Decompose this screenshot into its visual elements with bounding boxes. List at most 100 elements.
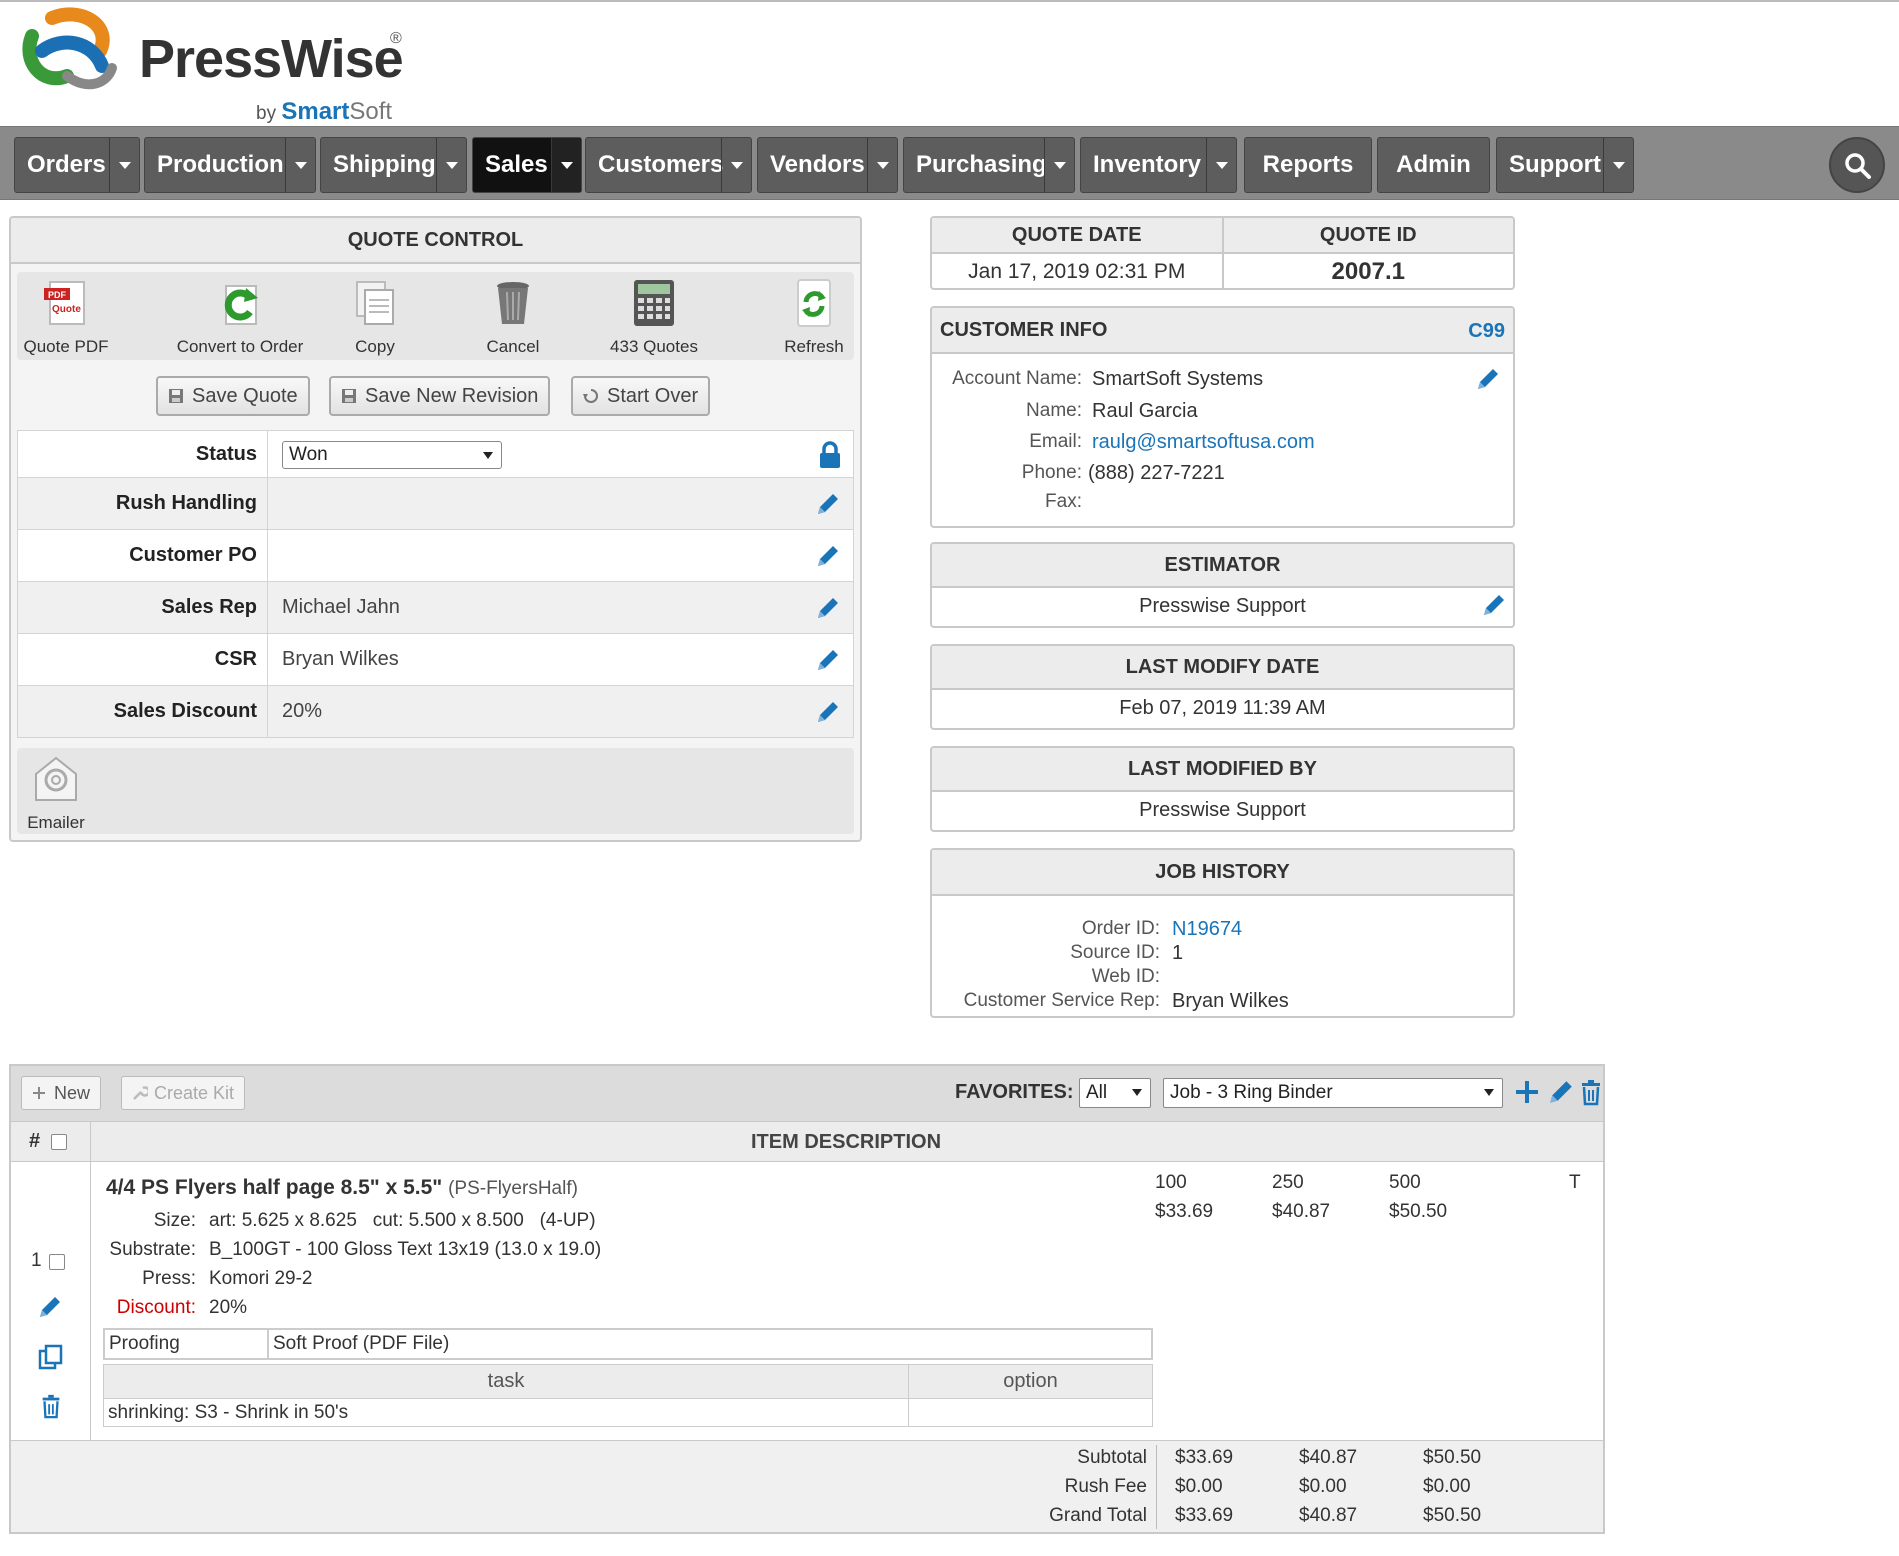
copy-button[interactable]: Copy <box>335 278 415 357</box>
subtotal-500: $50.50 <box>1423 1447 1482 1468</box>
customer-po-label: Customer PO <box>18 530 268 581</box>
nav-label: Customers <box>598 151 724 178</box>
save-quote-button[interactable]: Save Quote <box>156 376 310 416</box>
chevron-down-icon[interactable] <box>551 138 581 192</box>
rush-handling-label: Rush Handling <box>18 478 268 529</box>
search-button[interactable] <box>1829 137 1885 193</box>
name-value: Raul Garcia <box>1092 400 1198 422</box>
order-id-label: Order ID: <box>1081 918 1160 939</box>
rush-fee-100: $0.00 <box>1175 1476 1223 1497</box>
refresh-button[interactable]: Refresh <box>779 278 849 357</box>
calculator-icon <box>634 280 674 326</box>
nav-shipping[interactable]: Shipping <box>320 137 467 193</box>
pencil-icon[interactable] <box>815 491 841 517</box>
start-over-button[interactable]: Start Over <box>571 376 711 416</box>
main-nav: Orders Production Shipping Sales Custome… <box>0 126 1899 200</box>
grand-total-250: $40.87 <box>1299 1505 1358 1526</box>
cancel-button[interactable]: Cancel <box>473 278 553 357</box>
favorites-filter-select[interactable]: All <box>1079 1078 1151 1108</box>
save-new-revision-button[interactable]: Save New Revision <box>329 376 551 416</box>
nav-orders[interactable]: Orders <box>14 137 140 193</box>
wrench-icon <box>133 1086 148 1100</box>
new-item-button[interactable]: New <box>21 1076 102 1110</box>
customer-po-row: Customer PO <box>17 530 854 582</box>
quotes-count-button[interactable]: 433 Quotes <box>599 278 709 357</box>
pencil-icon[interactable] <box>1547 1078 1575 1106</box>
press-value: Komori 29-2 <box>209 1268 313 1289</box>
presswise-logo[interactable]: PressWise ® by SmartSoft <box>12 6 412 125</box>
quote-control-title: QUOTE CONTROL <box>11 218 860 264</box>
select-arrow-icon <box>483 452 493 459</box>
favorites-select[interactable]: Job - 3 Ring Binder <box>1163 1078 1503 1108</box>
nav-vendors[interactable]: Vendors <box>757 137 898 193</box>
pencil-icon[interactable] <box>815 699 841 725</box>
rush-fee-500: $0.00 <box>1423 1476 1471 1497</box>
quotes-count-label: 433 Quotes <box>610 337 698 356</box>
create-kit-button[interactable]: Create Kit <box>121 1076 246 1110</box>
option-header: option <box>908 1364 1153 1399</box>
status-select[interactable]: Won <box>282 441 502 469</box>
nav-support[interactable]: Support <box>1496 137 1634 193</box>
trash-icon[interactable] <box>1577 1078 1605 1106</box>
nav-label: Support <box>1509 151 1601 178</box>
convert-to-order-button[interactable]: Convert to Order <box>165 278 315 357</box>
nav-customers[interactable]: Customers <box>585 137 752 193</box>
nav-label: Production <box>157 151 284 178</box>
nav-purchasing[interactable]: Purchasing <box>903 137 1075 193</box>
item-code: (PS-FlyersHalf) <box>448 1178 578 1199</box>
brand-byline: by SmartSoft <box>256 98 392 126</box>
sales-rep-label: Sales Rep <box>18 582 268 633</box>
nav-production[interactable]: Production <box>144 137 316 193</box>
lock-icon[interactable] <box>817 441 843 469</box>
customer-id-link[interactable]: C99 <box>1468 320 1505 343</box>
nav-reports[interactable]: Reports <box>1244 137 1372 193</box>
chevron-down-icon[interactable] <box>1206 138 1236 192</box>
duplicate-icon[interactable] <box>38 1344 64 1370</box>
job-history-title: JOB HISTORY <box>932 850 1513 896</box>
qty-250: 250 <box>1272 1172 1304 1193</box>
nav-sales[interactable]: Sales <box>472 137 582 193</box>
order-id-link[interactable]: N19674 <box>1172 918 1242 941</box>
chevron-down-icon[interactable] <box>721 138 751 192</box>
email-link[interactable]: raulg@smartsoftusa.com <box>1092 431 1315 454</box>
item-title[interactable]: 4/4 PS Flyers half page 8.5" x 5.5" (PS-… <box>106 1176 578 1200</box>
floppy-disk-icon <box>342 389 356 403</box>
quote-date-header: QUOTE DATE <box>932 218 1224 252</box>
pencil-icon[interactable] <box>815 595 841 621</box>
chevron-down-icon[interactable] <box>867 138 897 192</box>
account-name-value: SmartSoft Systems <box>1092 368 1264 390</box>
refresh-icon <box>797 279 831 327</box>
nav-label: Sales <box>485 151 548 178</box>
fax-label: Fax: <box>1045 491 1082 512</box>
nav-inventory[interactable]: Inventory <box>1080 137 1237 193</box>
chevron-down-icon[interactable] <box>1044 138 1074 192</box>
subtotal-100: $33.69 <box>1175 1447 1234 1468</box>
name-label: Name: <box>1026 400 1082 421</box>
discount-value: 20% <box>209 1297 248 1318</box>
sales-discount-label: Sales Discount <box>18 686 268 737</box>
copy-icon <box>356 281 394 325</box>
trash-icon[interactable] <box>38 1392 64 1420</box>
estimator-panel: ESTIMATOR Presswise Support <box>930 542 1515 628</box>
pencil-icon[interactable] <box>1481 592 1507 618</box>
nav-admin[interactable]: Admin <box>1377 137 1490 193</box>
csr-label: CSR <box>18 634 268 685</box>
byline-soft: Soft <box>349 98 393 125</box>
emailer-button[interactable]: Emailer <box>21 754 91 833</box>
pencil-icon[interactable] <box>1475 366 1501 392</box>
quote-meta-panel: QUOTE DATE QUOTE ID Jan 17, 2019 02:31 P… <box>930 216 1515 290</box>
quote-fields: Status Won Rush Handling Customer PO Sal… <box>17 430 854 738</box>
chevron-down-icon[interactable] <box>436 138 466 192</box>
grand-total-500: $50.50 <box>1423 1505 1482 1526</box>
subtotal-250: $40.87 <box>1299 1447 1358 1468</box>
pencil-icon[interactable] <box>815 647 841 673</box>
chevron-down-icon[interactable] <box>285 138 315 192</box>
add-favorite-icon[interactable] <box>1513 1078 1541 1106</box>
quote-date-value: Jan 17, 2019 02:31 PM <box>932 254 1224 288</box>
top-rule <box>0 0 1899 2</box>
chevron-down-icon[interactable] <box>109 138 139 192</box>
chevron-down-icon[interactable] <box>1603 138 1633 192</box>
pencil-icon[interactable] <box>815 543 841 569</box>
press-label: Press: <box>142 1268 196 1289</box>
quote-pdf-button[interactable]: PDF Quote Quote PDF <box>21 278 111 357</box>
